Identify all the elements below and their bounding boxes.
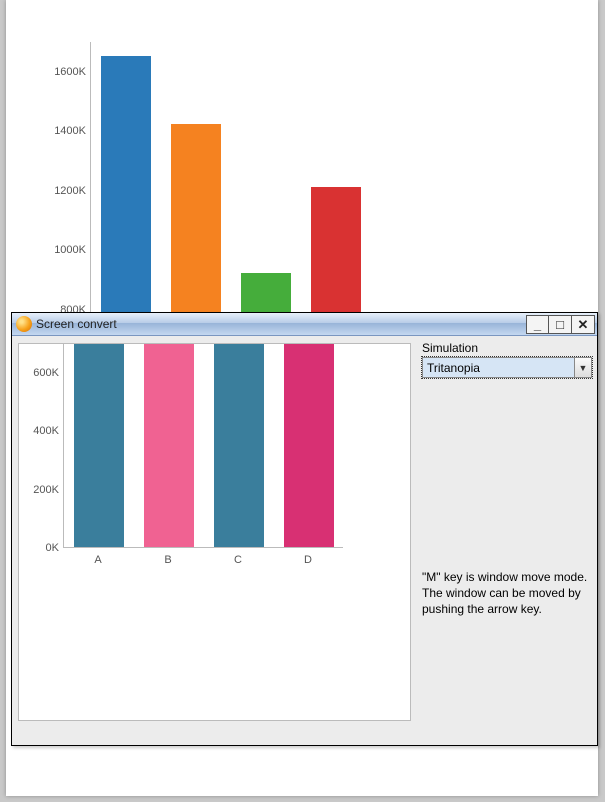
- simulation-preview: 0K 200K 400K 600K A B C D: [18, 343, 411, 721]
- simulated-chart: 0K 200K 400K 600K A B C D: [19, 344, 410, 720]
- y-tick-label: 1000K: [46, 244, 86, 256]
- dialog-titlebar[interactable]: Screen convert _ □ ✕: [12, 313, 597, 336]
- y-tick-label: 1600K: [46, 66, 86, 78]
- maximize-button[interactable]: □: [549, 315, 572, 334]
- minimize-button[interactable]: _: [526, 315, 549, 334]
- x-tick-label: B: [143, 554, 193, 566]
- x-tick-label: D: [283, 554, 333, 566]
- simulation-label: Simulation: [422, 341, 592, 355]
- x-tick-label: A: [73, 554, 123, 566]
- close-button[interactable]: ✕: [572, 315, 595, 334]
- chevron-down-icon: ▼: [574, 358, 591, 377]
- dialog-title: Screen convert: [36, 317, 526, 331]
- x-tick-label: C: [213, 554, 263, 566]
- screen-convert-dialog[interactable]: Screen convert _ □ ✕ 0K 200K 400K 600K A B C D…: [11, 312, 598, 746]
- chart-bar: [284, 344, 334, 547]
- y-tick-label: 400K: [19, 425, 59, 437]
- sim-chart-plot-area: [63, 344, 343, 548]
- app-icon: [16, 316, 32, 332]
- y-tick-label: 1400K: [46, 125, 86, 137]
- simulation-controls: Simulation Tritanopia ▼: [422, 341, 592, 378]
- simulation-combobox[interactable]: Tritanopia ▼: [422, 357, 592, 378]
- sim-chart-y-axis: 0K200K400K600K: [19, 344, 63, 548]
- y-tick-label: 600K: [19, 367, 59, 379]
- y-tick-label: 1200K: [46, 185, 86, 197]
- chart-bar: [74, 344, 124, 547]
- y-tick-label: 0K: [19, 542, 59, 554]
- simulation-selected-value: Tritanopia: [423, 358, 574, 377]
- sim-chart-x-axis: A B C D: [63, 550, 343, 570]
- y-tick-label: 200K: [19, 484, 59, 496]
- dialog-body: 0K 200K 400K 600K A B C D Simulation Tritanopi…: [12, 337, 597, 745]
- chart-bar: [144, 344, 194, 547]
- chart-bar: [214, 344, 264, 547]
- hint-text: "M" key is window move mode. The window …: [422, 569, 592, 618]
